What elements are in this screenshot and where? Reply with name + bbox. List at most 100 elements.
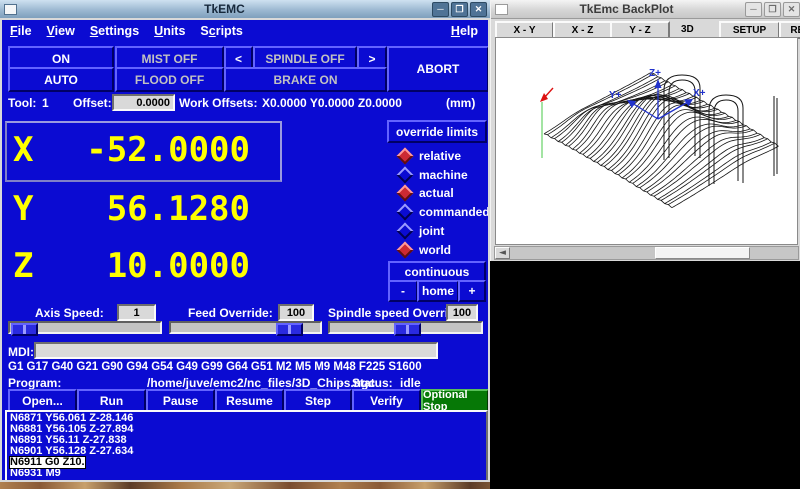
window-icon <box>495 4 508 15</box>
menu-settings[interactable]: Settings <box>90 24 139 38</box>
active-gcodes: G1 G17 G40 G21 G90 G94 G54 G49 G99 G64 G… <box>8 361 422 373</box>
radio-commanded[interactable]: commanded <box>399 205 490 219</box>
menu-view[interactable]: View <box>47 24 75 38</box>
svg-text:X+: X+ <box>693 88 706 99</box>
view-3d-toggle[interactable]: 3D <box>681 24 694 35</box>
radio-diamond-icon[interactable] <box>397 185 414 202</box>
dro-axis-y[interactable]: Y 56.1280 <box>7 190 276 230</box>
radio-relative[interactable]: relative <box>399 149 461 163</box>
offset-label: Offset: <box>73 96 112 110</box>
close-icon[interactable]: ✕ <box>470 2 487 17</box>
program-status-separator: - <box>340 376 344 390</box>
radio-joint[interactable]: joint <box>399 224 444 238</box>
dro-axis-letter: Y <box>13 190 33 230</box>
home-button[interactable]: home <box>417 280 459 302</box>
brake-button[interactable]: BRAKE ON <box>224 67 387 92</box>
verify-button[interactable]: Verify <box>352 389 421 412</box>
radio-actual[interactable]: actual <box>399 186 454 200</box>
svg-text:Y+: Y+ <box>609 90 622 101</box>
tool-value: 1 <box>42 96 49 110</box>
radio-world[interactable]: world <box>399 243 451 257</box>
work-offsets-value: X0.0000 Y0.0000 Z0.0000 <box>262 96 402 110</box>
maximize-icon[interactable]: ❐ <box>451 2 468 17</box>
flood-button[interactable]: FLOOD OFF <box>115 67 224 92</box>
spindle-override-value: 100 <box>446 304 478 321</box>
radio-label: world <box>419 243 451 257</box>
backplot-canvas[interactable]: Z+ Y+ X+ <box>495 37 798 245</box>
jog-minus-button[interactable]: - <box>388 280 418 302</box>
program-listing[interactable]: N6871 Y56.061 Z-28.146N6881 Y56.105 Z-27… <box>5 410 488 483</box>
listing-line[interactable]: N6931 M9 <box>10 468 61 479</box>
maximize-icon[interactable]: ❐ <box>764 2 781 17</box>
mdi-label: MDI: <box>8 345 34 359</box>
radio-diamond-icon[interactable] <box>397 204 414 221</box>
axis-speed-value: 1 <box>117 304 156 321</box>
close-icon[interactable]: ✕ <box>783 2 800 17</box>
menu-file[interactable]: File <box>10 24 32 38</box>
run-button[interactable]: Run <box>77 389 146 412</box>
radio-label: joint <box>419 224 444 238</box>
status-value: idle <box>400 376 421 390</box>
radio-diamond-icon[interactable] <box>397 148 414 165</box>
jog-plus-button[interactable]: + <box>458 280 486 302</box>
window-icon <box>4 4 17 15</box>
spindle-override-slider-thumb[interactable] <box>394 323 421 336</box>
work-offsets-label: Work Offsets: <box>179 96 257 110</box>
radio-label: actual <box>419 186 454 200</box>
axis-speed-slider-thumb[interactable] <box>11 323 38 336</box>
optional-stop-button[interactable]: Optional Stop <box>421 389 489 412</box>
mdi-input[interactable] <box>34 342 438 359</box>
feed-override-slider[interactable] <box>169 321 322 334</box>
dro-axis-z[interactable]: Z 10.0000 <box>7 247 276 287</box>
desktop-wallpaper-strip <box>0 482 490 489</box>
titlebar[interactable]: TkEMC ─ ❐ ✕ <box>0 0 490 19</box>
status-label: Status: <box>352 376 393 390</box>
radio-label: relative <box>419 149 461 163</box>
menu-help[interactable]: Help <box>451 24 478 38</box>
radio-machine[interactable]: machine <box>399 168 468 182</box>
radio-diamond-icon[interactable] <box>397 166 414 183</box>
feed-override-value: 100 <box>278 304 314 321</box>
units-label: (mm) <box>446 96 475 110</box>
axis-speed-slider[interactable] <box>8 321 162 334</box>
tkemc-window: TkEMC ─ ❐ ✕ File View Settings Units Scripts… <box>0 0 490 482</box>
svg-text:Z+: Z+ <box>649 68 661 79</box>
dro-axis-letter: X <box>13 131 33 171</box>
spindle-override-slider[interactable] <box>328 321 483 334</box>
window-title: TkEMC <box>17 2 432 16</box>
offset-field[interactable]: 0.0000 <box>112 94 175 111</box>
feed-override-slider-thumb[interactable] <box>276 323 303 336</box>
minimize-icon[interactable]: ─ <box>745 2 762 17</box>
step-button[interactable]: Step <box>284 389 352 412</box>
pause-button[interactable]: Pause <box>146 389 215 412</box>
dro-axis-value: -52.0000 <box>86 131 250 171</box>
backplot-scrollbar[interactable]: ◄ <box>494 246 799 260</box>
menubar: File View Settings Units Scripts Help <box>2 19 488 43</box>
dro-axis-value: 56.1280 <box>107 190 250 230</box>
dro-axis-x[interactable]: X -52.0000 <box>7 131 276 171</box>
backplot-window: TkEmc BackPlot ─ ❐ ✕ X - Y X - Z Y - Z 3… <box>490 0 800 261</box>
program-label: Program: <box>8 376 61 390</box>
menu-scripts[interactable]: Scripts <box>200 24 242 38</box>
radio-label: machine <box>419 168 468 182</box>
menu-units[interactable]: Units <box>154 24 185 38</box>
abort-button[interactable]: ABORT <box>387 46 489 92</box>
scroll-left-icon[interactable]: ◄ <box>495 247 510 259</box>
open-button[interactable]: Open... <box>8 389 77 412</box>
resume-button[interactable]: Resume <box>215 389 284 412</box>
backplot-window-title: TkEmc BackPlot <box>508 2 745 16</box>
radio-diamond-icon[interactable] <box>397 241 414 258</box>
feed-override-label: Feed Override: <box>188 306 273 320</box>
tool-label: Tool: <box>8 96 36 110</box>
mode-auto-button[interactable]: AUTO <box>8 67 114 92</box>
radio-label: commanded <box>419 205 490 219</box>
minimize-icon[interactable]: ─ <box>432 2 449 17</box>
jog-continuous-button[interactable]: continuous <box>388 261 486 282</box>
radio-diamond-icon[interactable] <box>397 222 414 239</box>
dro-axis-value: 10.0000 <box>107 247 250 287</box>
axis-speed-label: Axis Speed: <box>35 306 104 320</box>
override-limits-button[interactable]: override limits <box>387 120 487 143</box>
dro-axis-letter: Z <box>13 247 33 287</box>
backplot-scrollbar-thumb[interactable] <box>655 247 750 259</box>
backplot-titlebar[interactable]: TkEmc BackPlot ─ ❐ ✕ <box>491 0 800 19</box>
